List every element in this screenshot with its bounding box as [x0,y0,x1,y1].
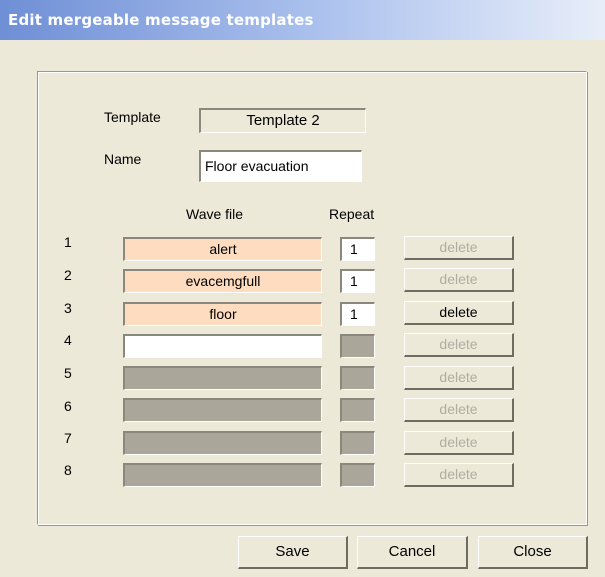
delete-button[interactable]: delete [404,268,514,292]
template-label: Template [104,109,161,125]
row-number: 2 [64,267,72,283]
delete-button[interactable]: delete [404,236,514,260]
wave-file-input [123,431,322,455]
delete-button: delete [404,366,514,390]
wave-file-input [123,398,322,422]
repeat-input[interactable]: 1 [340,302,375,326]
row-number: 3 [64,300,72,316]
row-number: 4 [64,332,72,348]
wave-file-header: Wave file [186,206,244,222]
delete-button: delete [404,463,514,487]
template-field: Template 2 [199,108,366,133]
form-panel [37,71,587,525]
repeat-input[interactable]: 1 [340,237,375,261]
delete-button: delete [404,431,514,455]
name-label: Name [104,151,142,167]
wave-file-input[interactable]: alert [123,237,322,261]
repeat-header: Repeat [329,206,375,222]
wave-file-input [123,463,322,487]
title-bar: Edit mergeable message templates [0,0,605,40]
cancel-button[interactable]: Cancel [357,536,468,569]
row-number: 8 [64,462,72,478]
delete-button: delete [404,398,514,422]
repeat-input [340,463,375,487]
wave-file-input[interactable] [123,334,322,358]
row-number: 6 [64,398,72,414]
close-button[interactable]: Close [478,536,588,569]
repeat-input[interactable]: 1 [340,269,375,293]
row-number: 7 [64,430,72,446]
repeat-input [340,366,375,390]
row-number: 1 [64,234,72,250]
wave-file-input [123,366,322,390]
window-title: Edit mergeable message templates [8,11,314,29]
delete-button: delete [404,333,514,357]
repeat-input [340,431,375,455]
name-input[interactable]: Floor evacuation [199,150,362,182]
delete-button[interactable]: delete [404,301,514,325]
row-number: 5 [64,365,72,381]
save-button[interactable]: Save [238,536,348,569]
wave-file-input[interactable]: floor [123,302,322,326]
repeat-input [340,334,375,358]
wave-file-input[interactable]: evacemgfull [123,269,322,293]
repeat-input [340,398,375,422]
